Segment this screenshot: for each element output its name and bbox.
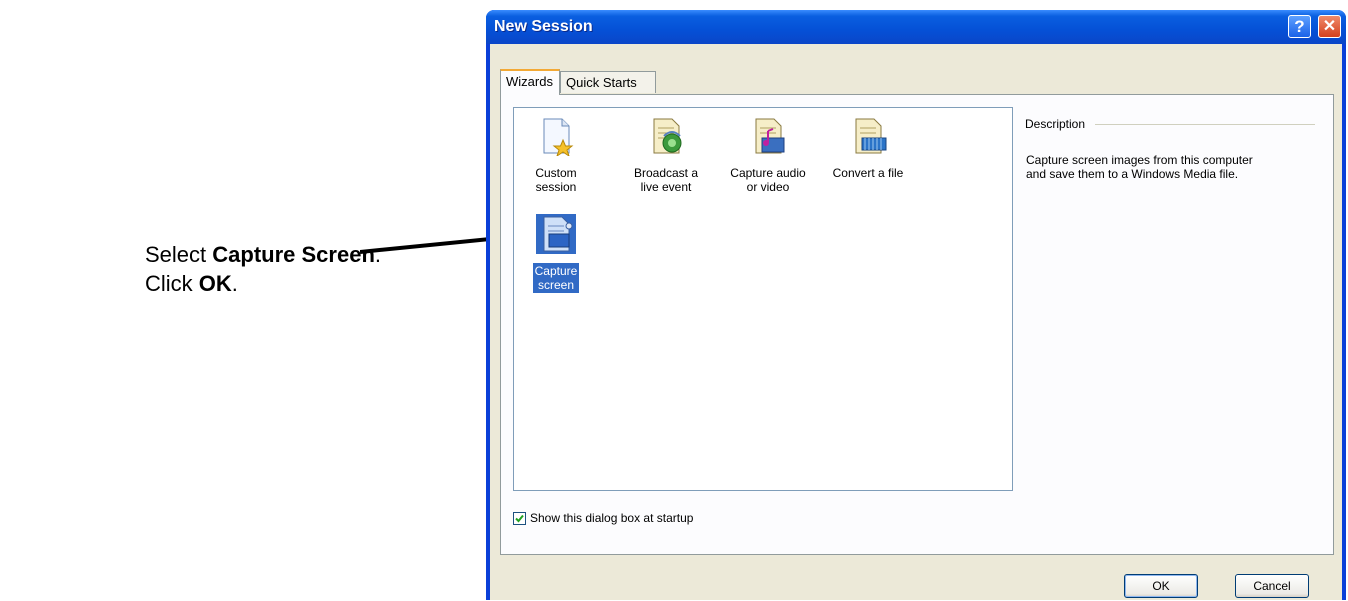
description-text: Capture screen images from this computer… xyxy=(1026,153,1253,181)
dialog-client-area: Wizards Quick Starts Custom session Broa… xyxy=(490,44,1342,600)
title-bar[interactable]: New Session ? ✕ xyxy=(486,10,1346,44)
wizards-panel: Custom session Broadcast a live event Ca… xyxy=(500,94,1334,555)
tab-wizards[interactable]: Wizards xyxy=(500,69,560,95)
startup-checkbox[interactable] xyxy=(513,511,526,525)
instruction-line-1: Select Capture Screen. xyxy=(145,242,382,267)
capture-screen-icon xyxy=(536,214,576,254)
new-session-dialog: New Session ? ✕ Wizards Quick Starts Cus… xyxy=(486,10,1346,600)
checkmark-icon xyxy=(515,514,524,522)
description-divider xyxy=(1095,123,1315,125)
instruction-line-2: Click OK. xyxy=(145,271,238,296)
wizard-broadcast-live-event[interactable]: Broadcast a live event xyxy=(626,116,706,195)
startup-checkbox-label: Show this dialog box at startup xyxy=(530,511,694,525)
wizard-capture-screen[interactable]: Capture screen xyxy=(516,214,596,293)
description-group: Description Capture screen images from t… xyxy=(1025,117,1315,181)
broadcast-icon xyxy=(653,118,682,154)
wizard-capture-audio-video[interactable]: Capture audio or video xyxy=(728,116,808,195)
custom-session-icon xyxy=(543,118,574,158)
help-button[interactable]: ? xyxy=(1288,15,1311,38)
capture-audio-video-icon xyxy=(755,118,785,154)
startup-option[interactable]: Show this dialog box at startup xyxy=(513,511,693,525)
instruction-text: Select Capture Screen. Click OK. xyxy=(145,240,381,298)
wizard-convert-file[interactable]: Convert a file xyxy=(820,116,916,181)
convert-file-icon xyxy=(855,118,887,154)
ok-button[interactable]: OK xyxy=(1124,574,1198,598)
dialog-title: New Session xyxy=(494,18,593,35)
tab-quick-starts[interactable]: Quick Starts xyxy=(560,71,656,93)
wizard-list[interactable]: Custom session Broadcast a live event Ca… xyxy=(513,107,1013,491)
description-heading: Description xyxy=(1025,117,1086,131)
close-button[interactable]: ✕ xyxy=(1318,15,1341,38)
cancel-button[interactable]: Cancel xyxy=(1235,574,1309,598)
wizard-custom-session[interactable]: Custom session xyxy=(516,116,596,195)
